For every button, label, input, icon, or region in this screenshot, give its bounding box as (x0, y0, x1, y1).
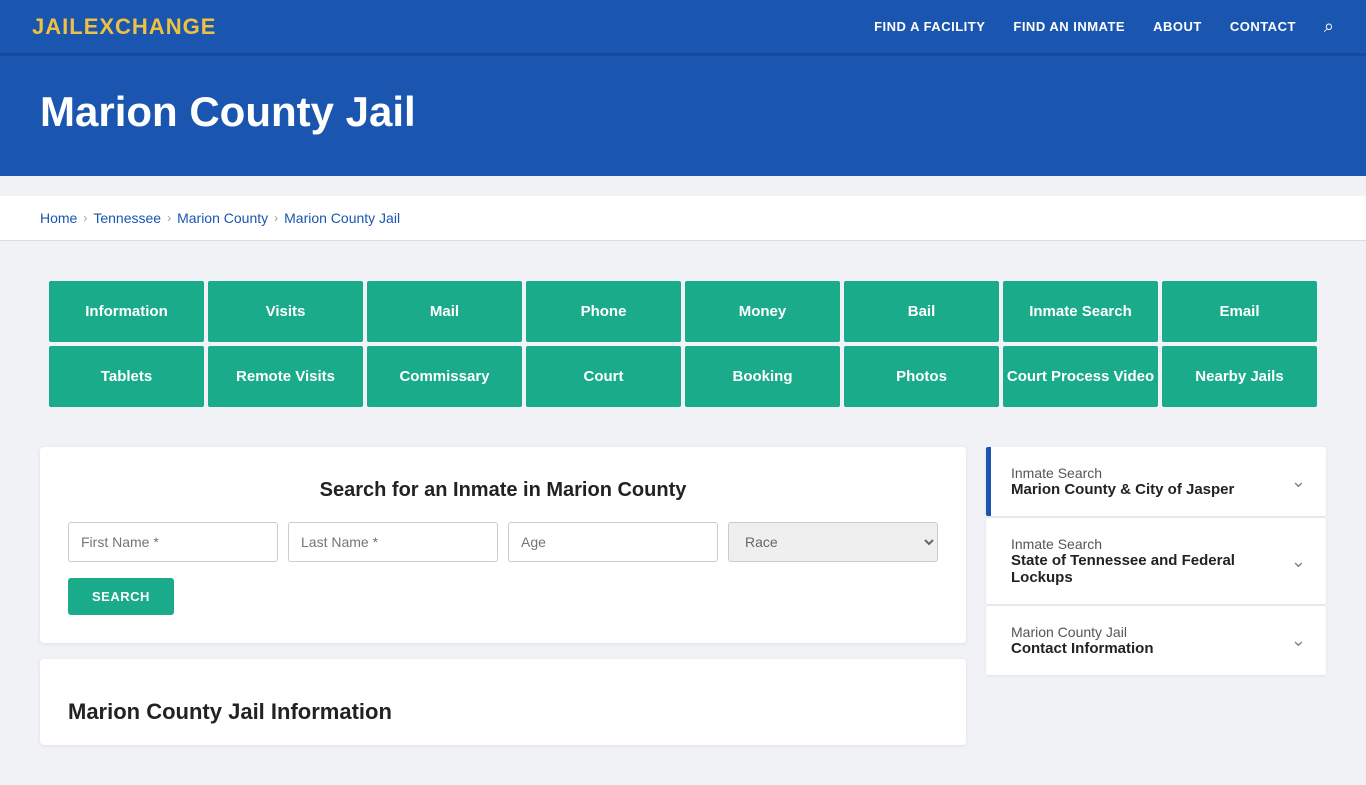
main-content: Home › Tennessee › Marion County › Marion Coun… (0, 176, 1366, 785)
search-fields: Race White Black Hispanic Asian Other (68, 522, 938, 562)
sidebar-item-0[interactable]: Inmate SearchMarion County & City of Jas… (986, 447, 1326, 516)
sidebar-item-2[interactable]: Marion County JailContact Information ⌄ (986, 606, 1326, 675)
sidebar-item-1[interactable]: Inmate SearchState of Tennessee and Fede… (986, 518, 1326, 604)
navbar: JAILEXCHANGE FIND A FACILITY FIND AN INMA… (0, 0, 1366, 56)
search-title: Search for an Inmate in Marion County (68, 479, 938, 502)
grid-btn-court[interactable]: Court (526, 346, 681, 407)
breadcrumb-item[interactable]: Home (40, 210, 77, 226)
breadcrumb-separator: › (167, 211, 171, 225)
sidebar-item-label: Inmate Search (1011, 465, 1234, 481)
grid-btn-booking[interactable]: Booking (685, 346, 840, 407)
grid-btn-visits[interactable]: Visits (208, 281, 363, 342)
race-select[interactable]: Race White Black Hispanic Asian Other (728, 522, 938, 562)
logo-part2: EXCHANGE (84, 14, 217, 39)
breadcrumb-item[interactable]: Marion County Jail (284, 210, 400, 226)
grid-btn-mail[interactable]: Mail (367, 281, 522, 342)
nav-link[interactable]: ABOUT (1153, 19, 1202, 34)
chevron-down-icon: ⌄ (1291, 471, 1306, 492)
sidebar-item-label: Inmate Search (1011, 536, 1291, 552)
search-button[interactable]: SEARCH (68, 578, 174, 615)
grid-btn-information[interactable]: Information (49, 281, 204, 342)
chevron-down-icon: ⌄ (1291, 551, 1306, 572)
sidebar-item-sublabel: Contact Information (1011, 640, 1154, 657)
inmate-search-panel: Search for an Inmate in Marion County Ra… (40, 447, 966, 643)
grid-btn-tablets[interactable]: Tablets (49, 346, 204, 407)
age-input[interactable] (508, 522, 718, 562)
search-nav-icon[interactable]: ⌕ (1324, 16, 1334, 37)
grid-btn-email[interactable]: Email (1162, 281, 1317, 342)
page-title: Marion County Jail (40, 88, 1326, 136)
last-name-input[interactable] (288, 522, 498, 562)
breadcrumb: Home › Tennessee › Marion County › Marion Coun… (0, 196, 1366, 241)
grid-btn-bail[interactable]: Bail (844, 281, 999, 342)
search-icon[interactable]: ⌕ (1324, 16, 1334, 36)
nav-link[interactable]: CONTACT (1230, 19, 1296, 34)
nav-link[interactable]: FIND A FACILITY (874, 19, 985, 34)
sidebar-item-text: Inmate SearchMarion County & City of Jas… (1011, 465, 1234, 498)
sidebar: Inmate SearchMarion County & City of Jas… (986, 447, 1326, 675)
breadcrumb-separator: › (83, 211, 87, 225)
nav-item-contact[interactable]: CONTACT (1230, 18, 1296, 36)
logo-part1: JAIL (32, 14, 84, 39)
grid-btn-court-process-video[interactable]: Court Process Video (1003, 346, 1158, 407)
nav-links: FIND A FACILITY FIND AN INMATE ABOUT CONTAC… (874, 16, 1334, 37)
section-heading: Marion County Jail Information (68, 699, 938, 725)
sidebar-item-text: Inmate SearchState of Tennessee and Fede… (1011, 536, 1291, 586)
grid-btn-phone[interactable]: Phone (526, 281, 681, 342)
grid-btn-photos[interactable]: Photos (844, 346, 999, 407)
grid-btn-nearby-jails[interactable]: Nearby Jails (1162, 346, 1317, 407)
grid-btn-inmate-search[interactable]: Inmate Search (1003, 281, 1158, 342)
sidebar-item-sublabel: State of Tennessee and Federal Lockups (1011, 552, 1291, 586)
sidebar-item-text: Marion County JailContact Information (1011, 624, 1154, 657)
hero-banner: Marion County Jail (0, 56, 1366, 176)
grid-btn-commissary[interactable]: Commissary (367, 346, 522, 407)
sidebar-item-label: Marion County Jail (1011, 624, 1154, 640)
lower-section: Search for an Inmate in Marion County Ra… (40, 447, 1326, 745)
navigation-grid: InformationVisitsMailPhoneMoneyBailInmat… (40, 265, 1326, 423)
breadcrumb-separator: › (274, 211, 278, 225)
nav-link[interactable]: FIND AN INMATE (1013, 19, 1125, 34)
grid-btn-remote-visits[interactable]: Remote Visits (208, 346, 363, 407)
first-name-input[interactable] (68, 522, 278, 562)
breadcrumb-item[interactable]: Marion County (177, 210, 268, 226)
nav-item-about[interactable]: ABOUT (1153, 18, 1202, 36)
nav-item-find_a_facility[interactable]: FIND A FACILITY (874, 18, 985, 36)
site-logo[interactable]: JAILEXCHANGE (32, 14, 216, 40)
grid-btn-money[interactable]: Money (685, 281, 840, 342)
chevron-down-icon: ⌄ (1291, 630, 1306, 651)
breadcrumb-item[interactable]: Tennessee (93, 210, 161, 226)
nav-item-find_an_inmate[interactable]: FIND AN INMATE (1013, 18, 1125, 36)
sidebar-item-sublabel: Marion County & City of Jasper (1011, 481, 1234, 498)
